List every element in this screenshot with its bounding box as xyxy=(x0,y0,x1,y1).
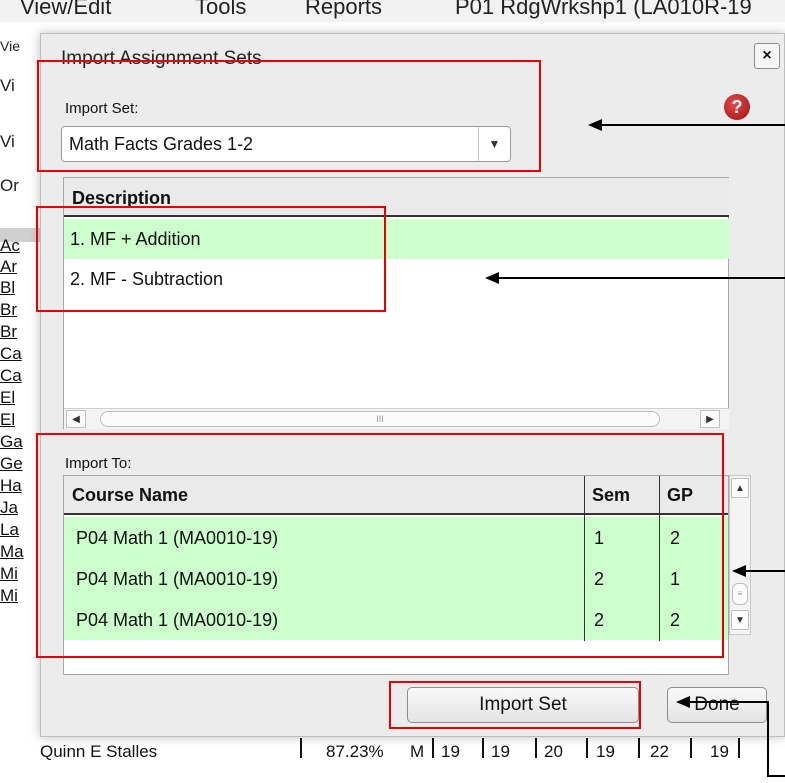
grid-line xyxy=(586,738,588,758)
arrow-left-icon xyxy=(485,272,499,284)
student-link[interactable]: Ga xyxy=(0,432,40,452)
student-link[interactable]: Ar xyxy=(0,257,40,277)
student-link[interactable]: Ca xyxy=(0,366,40,386)
score-cell[interactable]: 19 xyxy=(491,742,510,762)
student-link[interactable]: Ja xyxy=(0,498,40,518)
grid-line xyxy=(300,738,302,758)
scroll-left-icon[interactable]: ◀ xyxy=(66,410,86,428)
arrow-line xyxy=(767,701,769,777)
student-link[interactable]: Mi xyxy=(0,586,40,606)
grid-line xyxy=(535,738,537,758)
side-item[interactable]: Or xyxy=(0,176,40,196)
student-link[interactable]: Br xyxy=(0,322,40,342)
grid-line xyxy=(482,738,484,758)
score-cell[interactable]: 20 xyxy=(544,742,563,762)
scrollbar-thumb[interactable]: ≡ xyxy=(732,583,748,605)
student-link[interactable]: Ma xyxy=(0,542,40,562)
student-link[interactable]: Ge xyxy=(0,454,40,474)
grid-line xyxy=(690,738,692,758)
arrow-line xyxy=(767,775,785,777)
grid-line xyxy=(432,738,434,758)
score-cell[interactable]: 19 xyxy=(596,742,615,762)
side-item[interactable]: Vie xyxy=(0,38,40,54)
student-link[interactable]: Br xyxy=(0,300,40,320)
student-link[interactable]: Mi xyxy=(0,564,40,584)
student-name[interactable]: Quinn E Stalles xyxy=(40,742,157,762)
annotation-box-import-set xyxy=(37,60,541,172)
class-selector[interactable]: P01 RdgWrkshp1 (LA010R-19 xyxy=(455,0,752,20)
arrow-line xyxy=(688,701,768,703)
scroll-right-icon[interactable]: ▶ xyxy=(700,410,720,428)
grid-line xyxy=(738,738,740,758)
student-link[interactable]: Ha xyxy=(0,476,40,496)
grid-line xyxy=(638,738,640,758)
student-percent: 87.23% xyxy=(326,742,384,761)
scroll-up-icon[interactable]: ▲ xyxy=(731,478,749,498)
menu-tools[interactable]: Tools xyxy=(195,0,246,20)
vertical-scrollbar[interactable]: ▲ ≡ ▼ xyxy=(729,475,751,635)
score-cell[interactable]: 19 xyxy=(441,742,460,762)
arrow-line xyxy=(497,277,785,279)
student-link[interactable]: Bl xyxy=(0,278,40,298)
side-item[interactable]: Vi xyxy=(0,132,40,152)
student-link[interactable]: El xyxy=(0,410,40,430)
horizontal-scrollbar[interactable]: ◀ III ▶ xyxy=(64,408,729,429)
student-link[interactable]: Ac xyxy=(0,236,40,256)
student-link[interactable]: La xyxy=(0,520,40,540)
help-icon[interactable]: ? xyxy=(724,94,750,120)
score-cell[interactable]: 19 xyxy=(710,742,729,762)
scrollbar-thumb[interactable]: III xyxy=(100,411,660,427)
student-mark: M xyxy=(410,742,425,761)
arrow-line xyxy=(744,570,785,572)
student-link[interactable]: El xyxy=(0,388,40,408)
arrow-line xyxy=(600,124,785,126)
student-link[interactable]: Ca xyxy=(0,344,40,364)
menu-reports[interactable]: Reports xyxy=(305,0,382,20)
arrow-left-icon xyxy=(588,119,602,131)
side-item[interactable]: Vi xyxy=(0,76,40,96)
arrow-left-icon xyxy=(732,565,746,577)
annotation-box-import-button xyxy=(389,681,641,729)
background-sidebar: Vie Vi Vi Or Ac Ar Bl Br Br Ca Ca El El … xyxy=(0,22,40,742)
menu-view-edit[interactable]: View/Edit xyxy=(20,0,111,20)
close-button[interactable]: × xyxy=(754,43,780,69)
background-menu-bar: View/Edit Tools Reports P01 RdgWrkshp1 (… xyxy=(0,0,785,22)
annotation-box-import-to xyxy=(36,433,724,658)
score-cell[interactable]: 22 xyxy=(650,742,669,762)
scroll-down-icon[interactable]: ▼ xyxy=(731,610,749,630)
background-grade-row: Quinn E Stalles 87.23% M 19 19 20 19 22 … xyxy=(0,738,785,783)
arrow-left-icon xyxy=(676,696,690,708)
annotation-box-description xyxy=(36,206,386,312)
